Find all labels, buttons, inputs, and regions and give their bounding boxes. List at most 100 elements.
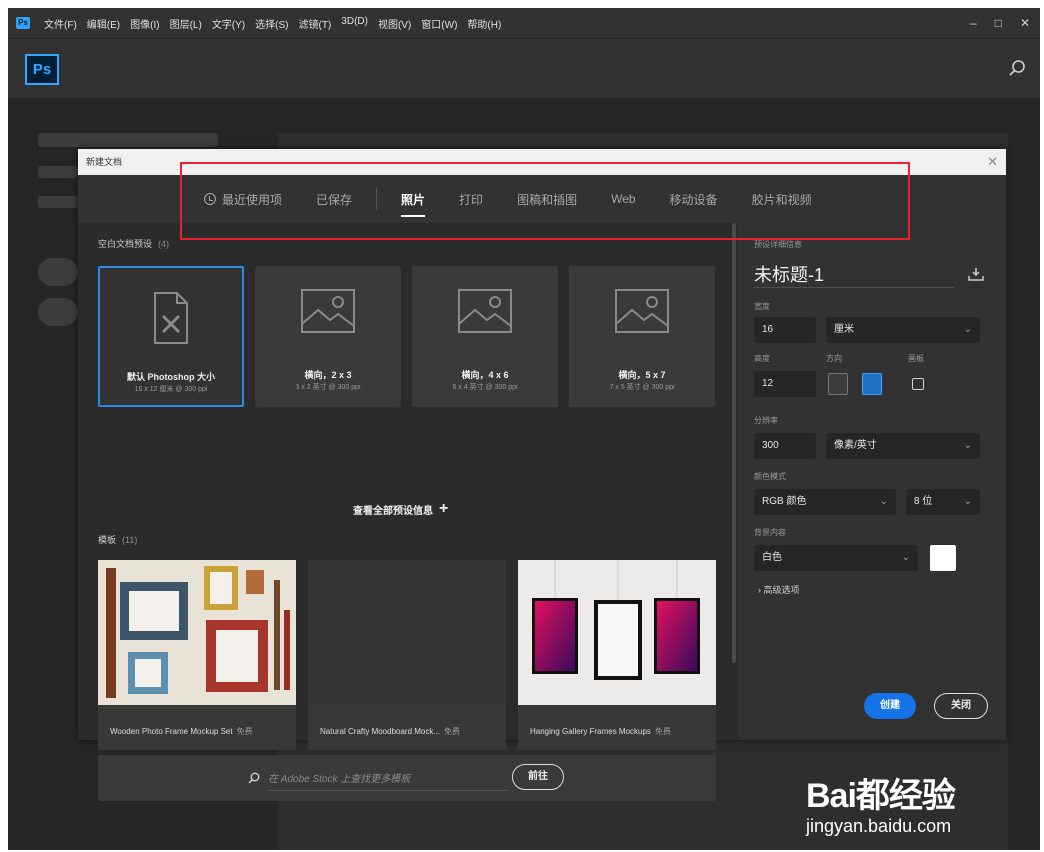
width-input[interactable]: 16 xyxy=(754,317,816,343)
dialog-close-button[interactable]: ✕ xyxy=(987,149,998,175)
chevron-down-icon: ⌄ xyxy=(963,440,972,451)
close-button[interactable]: 关闭 xyxy=(934,693,988,719)
advanced-label: 高级选项 xyxy=(763,585,800,595)
document-name-field[interactable]: 未标题-1 xyxy=(754,261,824,287)
preset-desc: 7 x 5 英寸 @ 300 ppi xyxy=(609,384,675,391)
color-mode-select[interactable]: RGB 颜色 ⌄ xyxy=(754,489,896,515)
home-skeleton xyxy=(38,133,218,147)
tab-saved[interactable]: 已保存 xyxy=(316,191,352,208)
stock-search-input[interactable]: 在 Adobe Stock 上查找更多模板 xyxy=(248,770,410,785)
preset-details-panel: 预设详细信息 未标题-1 宽度 16 厘米 ⌄ 高度 方向 画板 12 分辨率 … xyxy=(738,223,1006,740)
tab-label: 图稿和插图 xyxy=(517,192,578,207)
chevron-right-icon: › xyxy=(758,585,761,595)
menu-3d[interactable]: 3D(D) xyxy=(341,16,368,31)
watermark-logo: Bai都经验 xyxy=(806,777,956,815)
clock-icon xyxy=(204,193,216,205)
presets-content: 空白文档预设 (4) 默认 Photoshop 大小 16 x 12 厘米 @ 3… xyxy=(78,223,738,801)
color-mode-label: 颜色模式 xyxy=(754,472,786,481)
tab-art-illustration[interactable]: 图稿和插图 xyxy=(517,191,577,208)
template-name: Hanging Gallery Frames Mockups xyxy=(530,727,651,736)
home-skeleton xyxy=(38,258,78,286)
preset-name: 横向，2 x 3 xyxy=(304,370,352,380)
close-window-button[interactable]: ✕ xyxy=(1020,16,1030,30)
tab-film-video[interactable]: 胶片和视频 xyxy=(752,191,812,208)
document-icon xyxy=(154,292,188,344)
preset-card[interactable]: 横向，2 x 3 3 x 2 英寸 @ 300 ppi xyxy=(255,266,401,407)
portrait-orientation-button[interactable] xyxy=(828,373,848,395)
preset-name: 横向，4 x 6 xyxy=(461,370,509,380)
ps-logo[interactable]: Ps xyxy=(25,54,59,85)
template-thumbnail xyxy=(98,560,296,705)
view-all-presets-link[interactable]: 查看全部预设信息 + xyxy=(353,500,448,518)
tab-divider xyxy=(376,188,378,210)
input-underline xyxy=(268,790,508,791)
stock-search-bar: 在 Adobe Stock 上查找更多模板 前往 xyxy=(98,755,716,801)
preset-desc: 3 x 2 英寸 @ 300 ppi xyxy=(295,384,361,391)
tab-label: Web xyxy=(611,192,636,206)
tab-recent[interactable]: 最近使用项 xyxy=(204,191,282,208)
template-label: Hanging Gallery Frames Mockups 免费 xyxy=(530,726,671,737)
preset-desc: 16 x 12 厘米 @ 300 ppi xyxy=(134,386,208,393)
section-count: (11) xyxy=(122,535,138,545)
artboard-checkbox[interactable] xyxy=(912,378,924,390)
template-badge: 免费 xyxy=(444,727,461,736)
section-label: 空白文档预设 xyxy=(98,239,153,249)
menu-layer[interactable]: 图层(L) xyxy=(170,16,202,31)
menu-view[interactable]: 视图(V) xyxy=(378,16,411,31)
menu-edit[interactable]: 编辑(E) xyxy=(87,16,120,31)
menu-help[interactable]: 帮助(H) xyxy=(467,16,501,31)
width-unit-value: 厘米 xyxy=(834,324,854,335)
landscape-orientation-button[interactable] xyxy=(862,373,882,395)
menu-window[interactable]: 窗口(W) xyxy=(421,16,457,31)
scrollbar[interactable] xyxy=(732,223,736,663)
image-icon xyxy=(458,289,512,333)
tab-label: 照片 xyxy=(401,192,426,207)
menu-bar: Ps 文件(F) 编辑(E) 图像(I) 图层(L) 文字(Y) 选择(S) 滤… xyxy=(8,8,1040,38)
create-button[interactable]: 创建 xyxy=(864,693,916,719)
blank-presets-heading: 空白文档预设 (4) xyxy=(98,237,169,250)
width-unit-select[interactable]: 厘米 ⌄ xyxy=(826,317,980,343)
search-icon[interactable] xyxy=(1008,59,1026,77)
template-thumbnail xyxy=(518,560,716,705)
image-icon xyxy=(615,289,669,333)
menu-filter[interactable]: 滤镜(T) xyxy=(299,16,332,31)
app-icon[interactable]: Ps xyxy=(16,17,30,29)
home-skeleton xyxy=(38,196,78,208)
orientation-label: 方向 xyxy=(826,354,842,363)
bit-depth-select[interactable]: 8 位 ⌄ xyxy=(906,489,980,515)
tab-label: 移动设备 xyxy=(669,192,718,207)
section-count: (4) xyxy=(158,239,170,249)
menu-select[interactable]: 选择(S) xyxy=(255,16,288,31)
dialog-title: 新建文档 xyxy=(78,149,1006,175)
background-select[interactable]: 白色 ⌄ xyxy=(754,545,918,571)
advanced-options-toggle[interactable]: › 高级选项 xyxy=(758,583,800,596)
background-value: 白色 xyxy=(762,552,782,563)
template-card[interactable]: Wooden Photo Frame Mockup Set 免费 xyxy=(98,560,296,750)
view-all-label: 查看全部预设信息 xyxy=(353,505,433,517)
preset-tabs: 最近使用项 已保存 照片 打印 图稿和插图 Web 移动设备 胶片和视频 xyxy=(78,175,1006,223)
template-card[interactable]: Natural Crafty Moodboard Mock... 免费 xyxy=(308,560,506,750)
tab-web[interactable]: Web xyxy=(611,192,635,206)
preset-card[interactable]: 横向，5 x 7 7 x 5 英寸 @ 300 ppi xyxy=(569,266,715,407)
tab-photo[interactable]: 照片 xyxy=(401,191,426,217)
goto-button[interactable]: 前往 xyxy=(512,764,564,790)
preset-card[interactable]: 横向，4 x 6 6 x 4 英寸 @ 300 ppi xyxy=(412,266,558,407)
image-icon xyxy=(301,289,355,333)
restore-button[interactable]: □ xyxy=(995,16,1002,30)
watermark-url: jingyan.baidu.com xyxy=(806,816,952,836)
background-color-swatch[interactable] xyxy=(930,545,956,571)
menu-image[interactable]: 图像(I) xyxy=(130,16,159,31)
resolution-unit-select[interactable]: 像素/英寸 ⌄ xyxy=(826,433,980,459)
preset-card[interactable]: 默认 Photoshop 大小 16 x 12 厘米 @ 300 ppi xyxy=(98,266,244,407)
minimize-button[interactable]: – xyxy=(970,16,977,30)
menu-file[interactable]: 文件(F) xyxy=(44,16,77,31)
menu-type[interactable]: 文字(Y) xyxy=(212,16,245,31)
height-input[interactable]: 12 xyxy=(754,371,816,397)
bit-depth-value: 8 位 xyxy=(914,496,933,507)
tab-print[interactable]: 打印 xyxy=(459,191,483,208)
save-preset-icon[interactable] xyxy=(968,267,984,281)
resolution-input[interactable]: 300 xyxy=(754,433,816,459)
chevron-down-icon: ⌄ xyxy=(879,496,888,507)
template-card[interactable]: Hanging Gallery Frames Mockups 免费 xyxy=(518,560,716,750)
tab-mobile[interactable]: 移动设备 xyxy=(670,191,718,208)
